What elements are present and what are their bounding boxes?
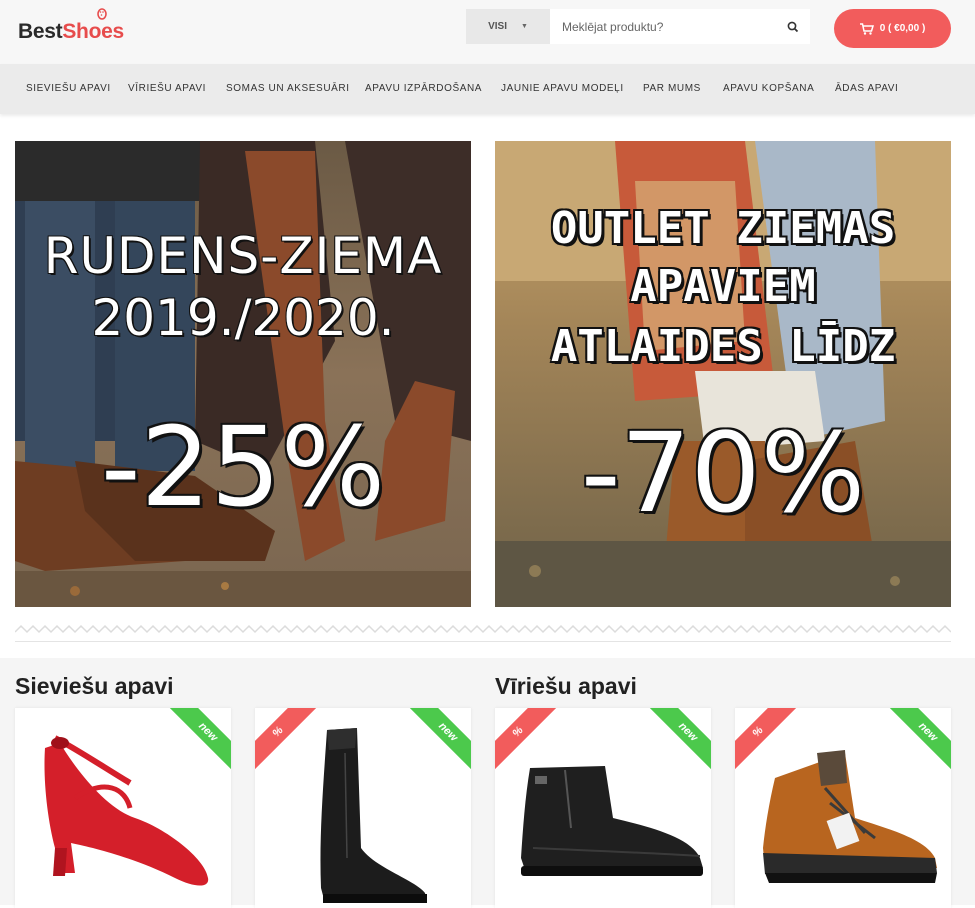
nav-item-about[interactable]: PAR MUMS: [643, 83, 701, 94]
product-image-red-heel: [44, 735, 209, 886]
search-bar: VISI ▼: [466, 9, 810, 44]
banner-outlet-winter[interactable]: OUTLET ZIEMAS APAVIEM ATLAIDES LĪDZ -70%: [495, 141, 951, 607]
banner-left-heading: RUDENS-ZIEMA: [43, 227, 443, 285]
product-image-brown-hiking-boot: [763, 750, 937, 883]
banner-autumn-winter-image: [15, 141, 471, 607]
banner-right-line3: ATLAIDES LĪDZ: [550, 321, 896, 372]
banner-right-line1: OUTLET ZIEMAS: [550, 203, 896, 254]
nav-item-shoe-care[interactable]: APAVU KOPŠANA: [723, 83, 814, 94]
search-input[interactable]: [550, 9, 810, 44]
nav-item-leather-shoes[interactable]: ĀDAS APAVI: [835, 83, 898, 94]
cart-button[interactable]: 0 ( €0,00 ): [834, 9, 951, 48]
product-image-black-tall-boot: [320, 728, 427, 903]
cart-icon: [859, 22, 874, 35]
banner-right-discount: -70%: [580, 409, 866, 537]
shoe-print-icon: [97, 8, 107, 20]
section-title-women[interactable]: Sieviešu apavi: [15, 673, 174, 700]
nav-item-new-models[interactable]: JAUNIE APAVU MODEĻI: [501, 83, 624, 94]
banner-left-discount: -25%: [100, 403, 386, 531]
search-category-select[interactable]: VISI ▼: [466, 9, 550, 44]
nav-item-women-shoes[interactable]: SIEVIEŠU APAVI: [26, 83, 111, 94]
banner-right-line2: APAVIEM: [630, 261, 816, 312]
section-title-men[interactable]: Vīriešu apavi: [495, 673, 637, 700]
product-card-black-ankle-boot[interactable]: % new: [495, 708, 711, 908]
search-category-label: VISI: [488, 21, 507, 32]
product-image-black-ankle-boot: [521, 766, 703, 876]
product-card-red-heel[interactable]: new: [15, 708, 231, 908]
section-divider: [15, 641, 951, 642]
site-logo[interactable]: BestShoes: [18, 8, 148, 48]
product-card-brown-hiking-boot[interactable]: % new: [735, 708, 951, 908]
search-icon[interactable]: [784, 18, 802, 36]
banner-left-season: 2019./2020.: [91, 289, 395, 347]
product-card-black-tall-boot[interactable]: % new: [255, 708, 471, 908]
nav-item-men-shoes[interactable]: VĪRIEŠU APAVI: [128, 83, 206, 94]
nav-item-bags-accessories[interactable]: SOMAS UN AKSESUĀRI: [226, 83, 350, 94]
banner-autumn-winter[interactable]: RUDENS-ZIEMA 2019./2020. -25%: [15, 141, 471, 607]
site-header: BestShoes VISI ▼ 0 ( €0,00 ): [0, 0, 975, 64]
logo-best: Best: [18, 20, 63, 43]
cart-summary: 0 ( €0,00 ): [879, 23, 926, 34]
zigzag-divider: [15, 624, 951, 634]
nav-item-sale[interactable]: APAVU IZPĀRDOŠANA: [365, 83, 482, 94]
main-nav: SIEVIEŠU APAVI VĪRIEŠU APAVI SOMAS UN AK…: [0, 64, 975, 114]
chevron-down-icon: ▼: [520, 23, 528, 30]
